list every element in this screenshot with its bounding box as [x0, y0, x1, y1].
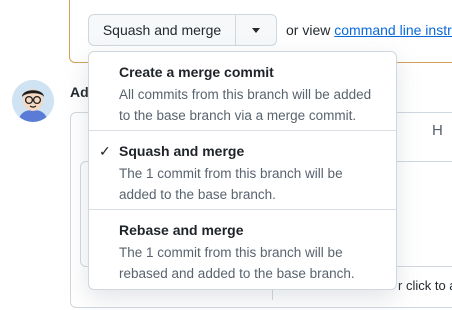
attach-files-hint: r click to a — [398, 278, 452, 293]
menu-item-description: The 1 commit from this branch will be ad… — [119, 166, 343, 202]
menu-item-title: Squash and merge — [119, 143, 245, 159]
merge-method-menu: Create a merge commit All commits from t… — [88, 51, 397, 290]
heading-icon[interactable]: H — [432, 122, 443, 139]
menu-item-create-merge-commit[interactable]: Create a merge commit All commits from t… — [89, 52, 396, 131]
command-line-hint: or view command line instructions — [286, 22, 452, 38]
menu-item-description: All commits from this branch will be add… — [119, 87, 372, 123]
triangle-down-icon — [252, 27, 260, 33]
squash-and-merge-button[interactable]: Squash and merge — [89, 15, 236, 45]
menu-item-title: Create a merge commit — [119, 64, 274, 80]
avatar[interactable] — [12, 80, 54, 122]
pull-request-merge-area: Squash and merge or view command line in… — [0, 0, 452, 310]
avatar-illustration — [12, 80, 54, 122]
menu-item-rebase-and-merge[interactable]: Rebase and merge The 1 commit from this … — [89, 210, 396, 289]
or-view-text: or view — [286, 22, 331, 38]
merge-button-group: Squash and merge — [88, 14, 277, 46]
merge-method-dropdown-toggle[interactable] — [236, 15, 276, 45]
menu-item-squash-and-merge[interactable]: ✓ Squash and merge The 1 commit from thi… — [89, 131, 396, 210]
command-line-instructions-link[interactable]: command line instructions — [334, 22, 452, 38]
check-icon: ✓ — [99, 143, 111, 159]
menu-item-description: The 1 commit from this branch will be re… — [119, 245, 355, 281]
menu-item-title: Rebase and merge — [119, 222, 244, 238]
